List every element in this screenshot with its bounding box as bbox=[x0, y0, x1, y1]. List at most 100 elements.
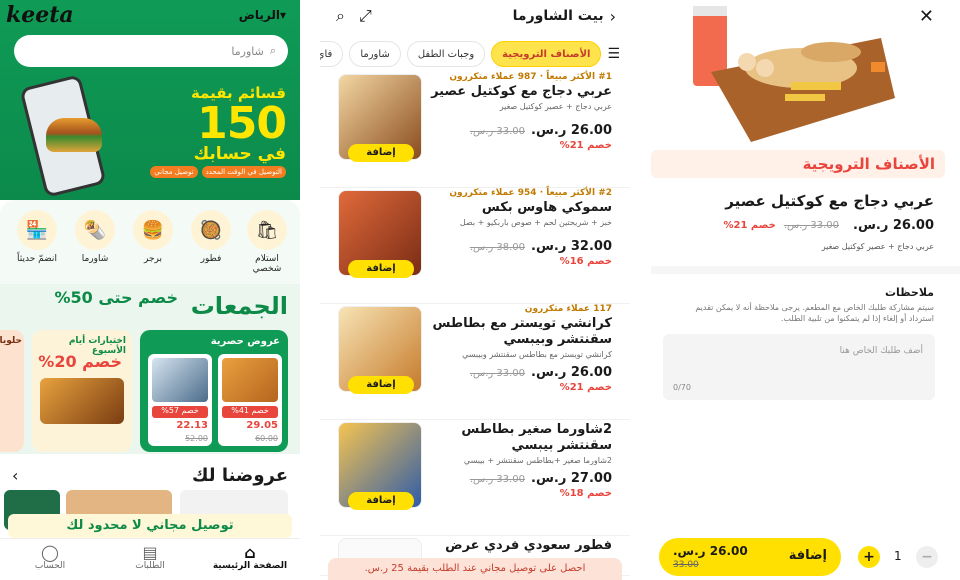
banner-chips: التوصيل في الوقت المحدد توصيل مجاني bbox=[150, 166, 286, 178]
filter-icon[interactable]: ☰ bbox=[607, 46, 620, 62]
discount-badge: خصم 57% bbox=[152, 406, 208, 418]
search-icon: ⌕ bbox=[269, 44, 276, 57]
menu-item[interactable]: إضافة #2 الأكثر مبيعاً · 954 عملاء متكرر… bbox=[320, 188, 630, 304]
item-rank: #1 الأكثر مبيعاً · 987 عملاء متكررون bbox=[449, 72, 612, 82]
product-old-price: 52.00 bbox=[185, 434, 208, 443]
item-name: فطور سعودي فردي عرض bbox=[445, 538, 612, 553]
item-name: 2شاورما صغير بطاطس سقنتشر بيبسي bbox=[461, 422, 612, 453]
desserts-card[interactable]: حلويا bbox=[0, 330, 24, 452]
chevron-right-icon[interactable]: › bbox=[610, 7, 616, 26]
item-price-row: 26.00 ر.س. 33.00 ر.س. bbox=[422, 365, 612, 380]
add-button[interactable]: إضافة bbox=[348, 144, 414, 162]
promo-badge: الأصناف الترويجية bbox=[651, 150, 945, 178]
tab-home[interactable]: ⌂ الصفحة الرئيسية bbox=[210, 543, 290, 571]
item-text: #2 الأكثر مبيعاً · 954 عملاء متكررون سمو… bbox=[422, 188, 612, 267]
desserts-title: حلويا bbox=[0, 336, 22, 346]
special-request-input[interactable]: أضف طلبك الخاص هنا 0/70 bbox=[663, 334, 935, 400]
restaurant-title: بيت الشاورما bbox=[512, 8, 604, 24]
item-text: 2شاورما صغير بطاطس سقنتشر بيبسي 2شاورما … bbox=[422, 420, 612, 499]
item-price-row: 26.00 ر.س. 33.00 ر.س. bbox=[422, 123, 612, 138]
item-old-price: 33.00 ر.س. bbox=[783, 220, 840, 231]
location-label: الرياض bbox=[238, 8, 280, 22]
shawarma-icon: 🌯 bbox=[75, 210, 115, 250]
category-shawarma[interactable]: 🌯 شاورما bbox=[68, 210, 122, 264]
category-new[interactable]: 🏪 انضمّ حديثاً bbox=[10, 210, 64, 264]
tab-promotions[interactable]: الأصناف الترويجية bbox=[491, 41, 602, 67]
offer-product-card[interactable]: خصم 57% 22.13 52.00 bbox=[148, 354, 212, 446]
product-image bbox=[152, 358, 208, 402]
location-selector[interactable]: ▾ الرياض bbox=[239, 8, 286, 22]
bag-icon: 🛍 bbox=[247, 210, 287, 250]
quantity-plus-button[interactable]: + bbox=[858, 546, 880, 568]
footer-old-price: 33.00 bbox=[673, 560, 699, 570]
tab-orders[interactable]: ▤ الطلبات bbox=[110, 543, 190, 571]
exclusive-offers-title: عروض حصرية bbox=[210, 336, 280, 347]
notes-placeholder: أضف طلبك الخاص هنا bbox=[839, 346, 923, 356]
discount-badge: خصم 41% bbox=[222, 406, 278, 418]
keeta-logo: keeta bbox=[6, 2, 74, 28]
item-text: فطور سعودي فردي عرض bbox=[422, 536, 612, 554]
tab-shawarma[interactable]: شاورما bbox=[349, 41, 401, 67]
new-store-icon: 🏪 bbox=[17, 210, 57, 250]
item-text: 117 عملاء متكررون كرانشي تويستر مع بطاطس… bbox=[422, 304, 612, 393]
home-header: keeta ▾ الرياض شاورما ⌕ قسائم بقيمة 150 … bbox=[0, 0, 300, 200]
item-discount: خصم 16% bbox=[559, 256, 612, 267]
item-rank: #2 الأكثر مبيعاً · 954 عملاء متكررون bbox=[449, 188, 612, 198]
item-hero-image bbox=[693, 6, 895, 142]
section-divider bbox=[651, 266, 960, 274]
item-price: 26.00 ر.س. bbox=[853, 218, 934, 233]
burger-icon: 🍔 bbox=[133, 210, 173, 250]
product-price: 22.13 bbox=[176, 420, 208, 431]
item-discount: خصم 21% bbox=[723, 220, 776, 231]
category-burger[interactable]: 🍔 برجر bbox=[126, 210, 180, 264]
category-label: فطور bbox=[200, 254, 222, 264]
tab-kids-meals[interactable]: وجبات الطفل bbox=[406, 41, 486, 67]
item-discount: خصم 18% bbox=[559, 488, 612, 499]
recommended-title: عروضنا لك bbox=[192, 464, 288, 486]
category-label: شاورما bbox=[81, 254, 109, 264]
tab-account[interactable]: ◯ الحساب bbox=[10, 543, 90, 571]
category-pickup[interactable]: 🛍 استلام شخصي bbox=[240, 210, 294, 274]
exclusive-offers-card[interactable]: عروض حصرية خصم 41% 29.05 60.00 خصم 57% 2… bbox=[140, 330, 288, 452]
menu-item-list: إضافة #1 الأكثر مبيعاً · 987 عملاء متكرر… bbox=[320, 72, 630, 576]
burger-illustration bbox=[46, 118, 102, 152]
search-icon[interactable]: ⌕ bbox=[336, 6, 345, 26]
category-breakfast[interactable]: 🥘 فطور bbox=[184, 210, 238, 264]
menu-item[interactable]: إضافة 117 عملاء متكررون كرانشي تويستر مع… bbox=[320, 304, 630, 420]
menu-item[interactable]: إضافة #1 الأكثر مبيعاً · 987 عملاء متكرر… bbox=[320, 72, 630, 188]
add-button[interactable]: إضافة bbox=[348, 492, 414, 510]
orders-icon: ▤ bbox=[142, 543, 158, 562]
friday-title: الجمعات bbox=[190, 292, 288, 320]
search-placeholder: شاورما bbox=[231, 44, 264, 58]
item-price-row: 32.00 ر.س. 38.00 ر.س. bbox=[422, 239, 612, 254]
item-price: 26.00 ر.س. bbox=[531, 123, 612, 138]
home-screen: keeta ▾ الرياض شاورما ⌕ قسائم بقيمة 150 … bbox=[0, 0, 300, 580]
quantity-minus-button[interactable]: − bbox=[916, 546, 938, 568]
search-bar[interactable]: شاورما ⌕ bbox=[14, 35, 288, 67]
item-detail-screen: ✕ الأصناف الترويجية عربي دجاج مع كوكتيل … bbox=[651, 0, 960, 580]
close-icon[interactable]: ✕ bbox=[919, 6, 934, 27]
free-delivery-banner[interactable]: توصيل مجاني لا محدود لك bbox=[8, 514, 292, 538]
item-desc: عربي دجاج + عصير كوكتيل صغير bbox=[821, 242, 934, 251]
item-discount: خصم 21% bbox=[559, 382, 612, 393]
add-button[interactable]: إضافة bbox=[348, 260, 414, 278]
tab-more[interactable]: فاي bbox=[320, 41, 344, 67]
add-to-cart-button[interactable]: إضافة 26.00 ر.س. 33.00 bbox=[659, 538, 841, 576]
chevron-left-icon[interactable]: ‹ bbox=[12, 466, 18, 485]
item-price-row: 27.00 ر.س. 33.00 ر.س. bbox=[422, 471, 612, 486]
item-name: عربي دجاج مع كوكتيل عصير bbox=[431, 84, 612, 99]
offer-product-card[interactable]: خصم 41% 29.05 60.00 bbox=[218, 354, 282, 446]
quantity-value: 1 bbox=[894, 549, 902, 563]
free-delivery-bar[interactable]: احصل على توصيل مجاني عند الطلب بقيمة 25 … bbox=[328, 558, 622, 580]
add-button[interactable]: إضافة bbox=[348, 376, 414, 394]
menu-item[interactable]: إضافة 2شاورما صغير بطاطس سقنتشر بيبسي 2ش… bbox=[320, 420, 630, 536]
product-old-price: 60.00 bbox=[255, 434, 278, 443]
category-label: برجر bbox=[144, 254, 162, 264]
restaurant-menu-screen: ⌕ ⤢ بيت الشاورما › ☰ الأصناف الترويجية و… bbox=[320, 0, 630, 580]
notes-description: سيتم مشاركة طلبك الخاص مع المطعم. يرجى م… bbox=[695, 303, 934, 323]
voucher-banner[interactable]: قسائم بقيمة 150 في حسابك التوصيل في الوق… bbox=[0, 74, 300, 198]
item-desc: عربي دجاج + عصير كوكتيل صغير bbox=[499, 102, 612, 111]
weekday-picks-card[interactable]: اختيارات أيام الأسبوع خصم 20% bbox=[32, 330, 132, 452]
fried-chicken-image bbox=[40, 378, 124, 424]
share-icon[interactable]: ⤢ bbox=[359, 6, 372, 26]
